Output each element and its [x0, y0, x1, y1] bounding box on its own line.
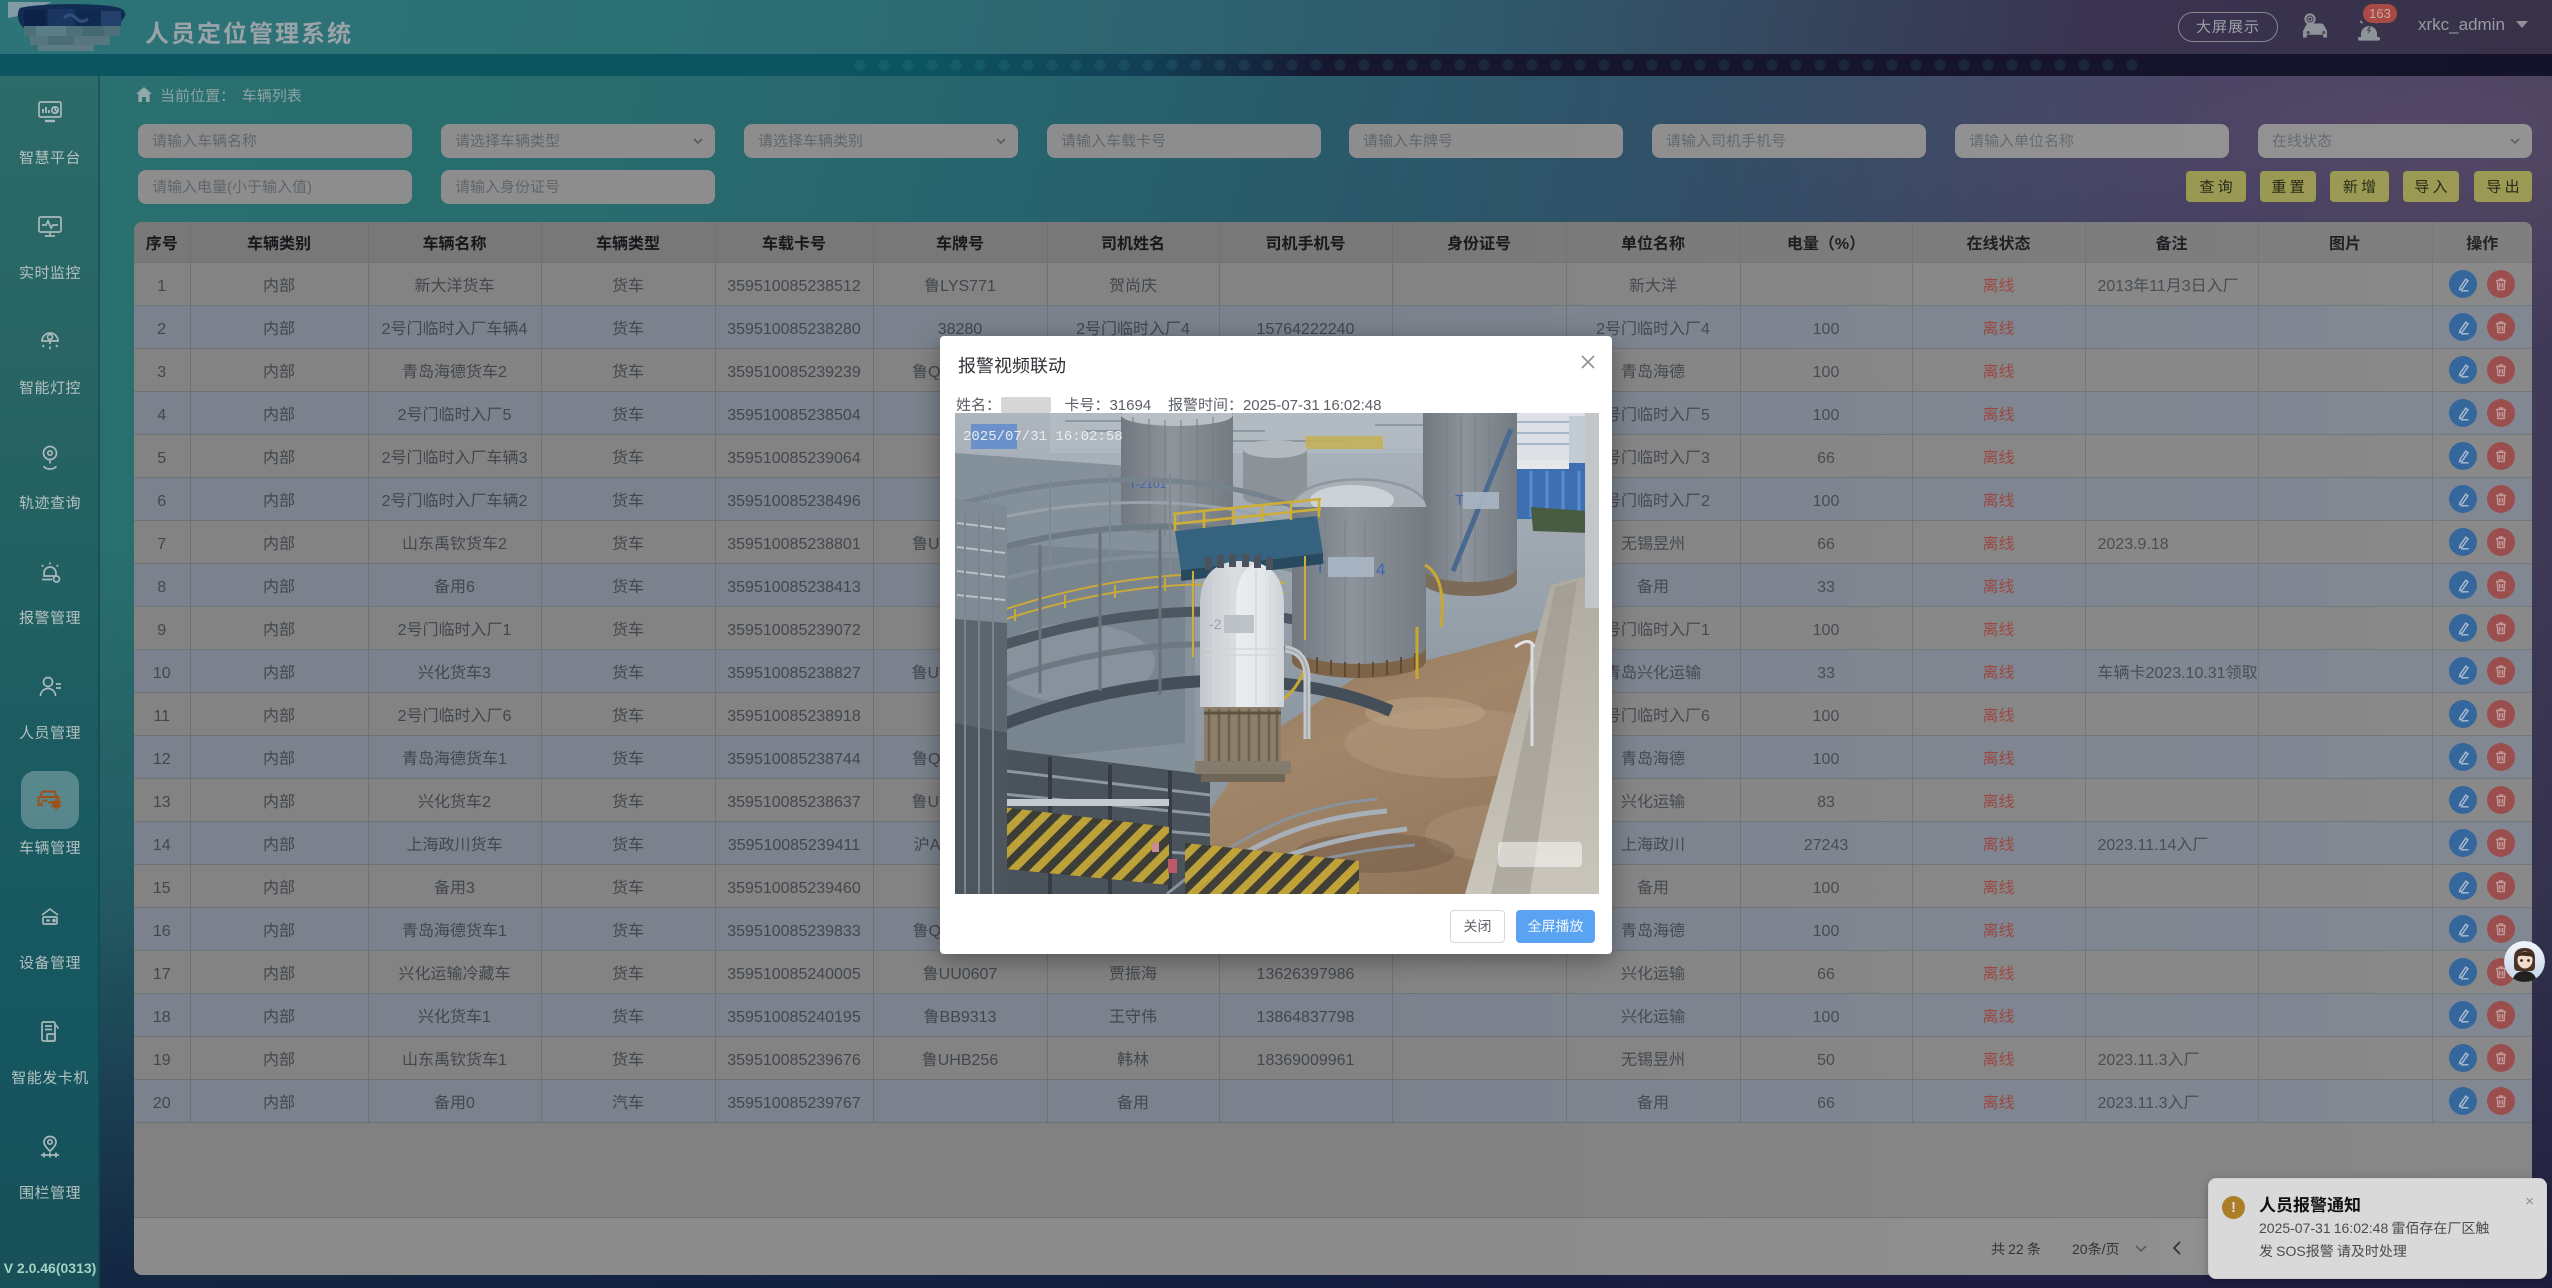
svg-text:-2: -2: [1209, 616, 1222, 632]
svg-text:T: T: [1455, 492, 1464, 509]
svg-text:4: 4: [1376, 560, 1385, 579]
svg-text:2025/07/31 16:02:58: 2025/07/31 16:02:58: [963, 429, 1123, 445]
